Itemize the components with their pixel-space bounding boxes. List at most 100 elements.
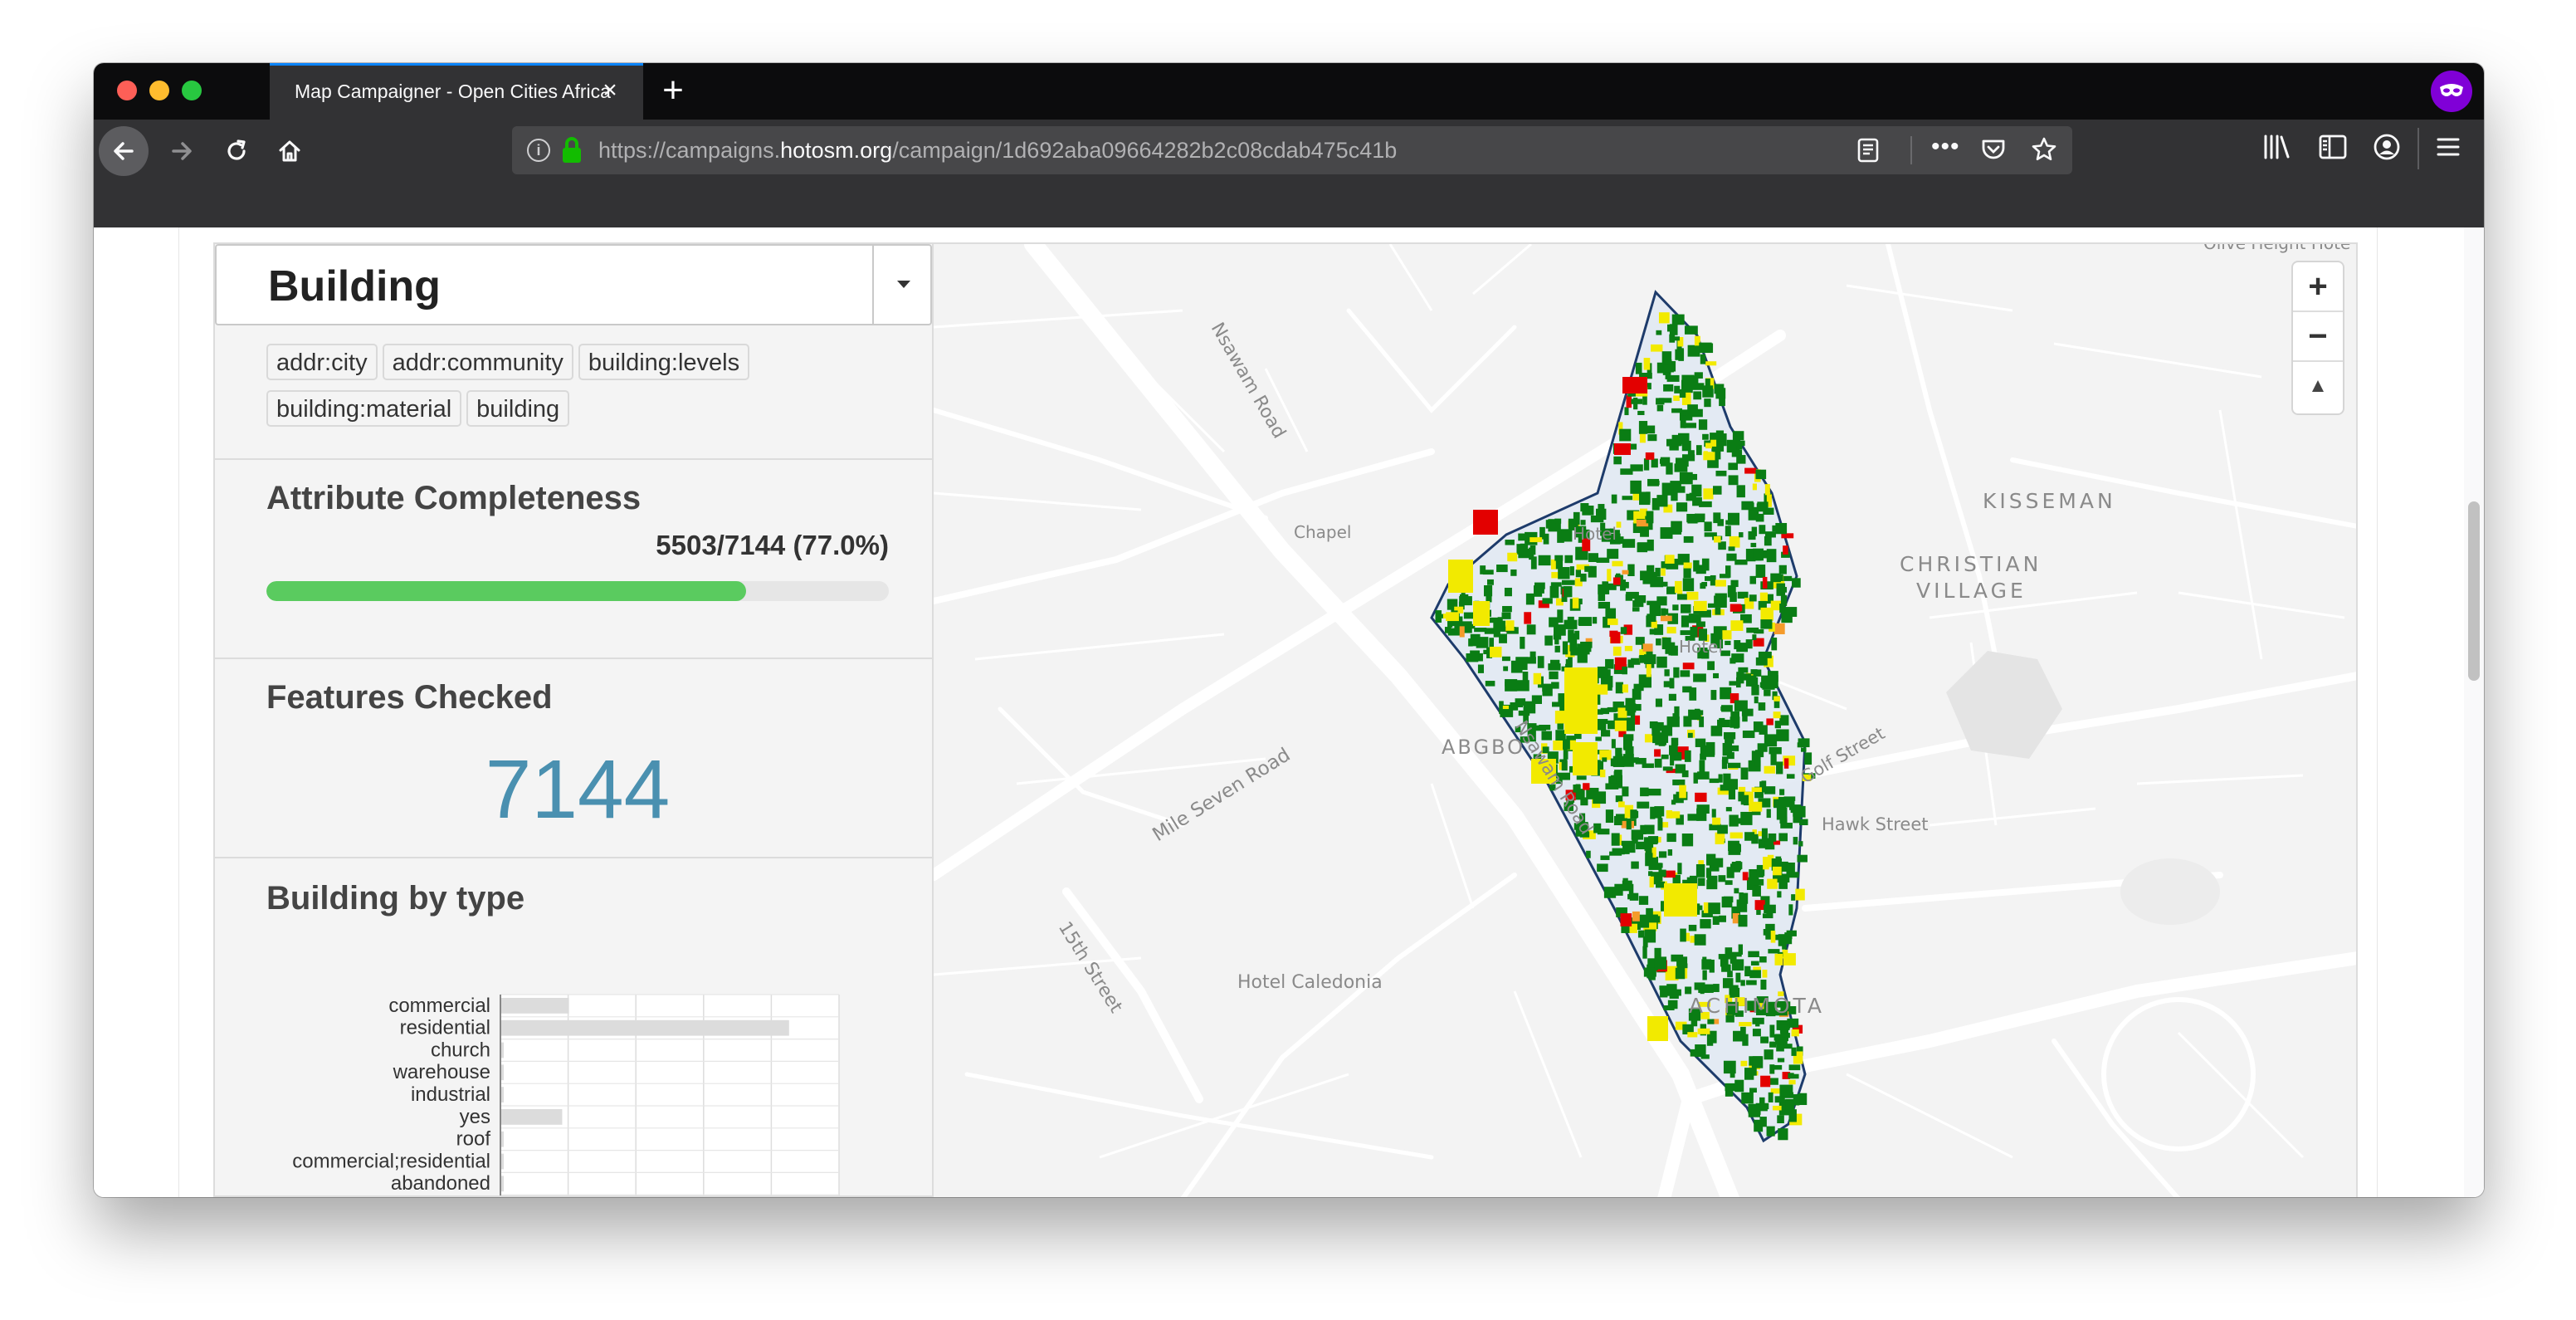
- private-browsing-icon[interactable]: [2431, 71, 2472, 112]
- building-footprint: [1753, 548, 1764, 561]
- building-footprint: [1749, 801, 1763, 812]
- building-footprint: [1797, 742, 1802, 748]
- tab-close-icon[interactable]: ×: [597, 78, 623, 105]
- building-footprint: [1696, 804, 1710, 814]
- site-info-icon[interactable]: i: [527, 139, 550, 162]
- tag-item: building: [466, 390, 570, 427]
- building-footprint: [1797, 854, 1808, 863]
- home-button[interactable]: [265, 126, 315, 176]
- map-view[interactable]: KISSEMAN CHRISTIAN VILLAGE Nsawam Road N…: [934, 242, 2358, 1197]
- building-footprint: [1645, 853, 1653, 867]
- building-footprint: [1648, 972, 1656, 980]
- building-footprint: [1711, 809, 1716, 818]
- building-footprint: [1681, 604, 1691, 614]
- building-footprint: [1680, 928, 1686, 942]
- building-footprint: [1727, 585, 1736, 598]
- building-footprint: [1504, 587, 1512, 597]
- building-footprint: [1740, 767, 1749, 780]
- compass-icon[interactable]: ▲: [2293, 362, 2343, 412]
- building-footprint: [1726, 867, 1734, 878]
- reload-button[interactable]: [212, 126, 261, 176]
- building-footprint: [1793, 837, 1798, 845]
- building-footprint: [1615, 682, 1623, 694]
- building-footprint: [1656, 404, 1664, 412]
- minimize-window-button[interactable]: [149, 81, 169, 100]
- building-footprint: [1759, 592, 1769, 602]
- building-footprint: [1779, 816, 1788, 824]
- zoom-out-button[interactable]: −: [2293, 312, 2343, 362]
- hamburger-menu-icon[interactable]: [2434, 134, 2462, 159]
- page-actions-icon[interactable]: •••: [1931, 134, 1960, 159]
- building-footprint: [1607, 618, 1618, 625]
- building-footprint: [1569, 566, 1574, 576]
- url-path: /campaign/1d692aba09664282b2c08cdab475c4…: [892, 138, 1398, 163]
- building-footprint: [1533, 672, 1542, 685]
- account-icon[interactable]: [2372, 133, 2402, 161]
- forward-button[interactable]: [157, 126, 207, 176]
- building-footprint: [1722, 630, 1732, 640]
- building-footprint: [1786, 930, 1797, 936]
- building-footprint: [1661, 822, 1669, 828]
- map-canvas[interactable]: KISSEMAN CHRISTIAN VILLAGE Nsawam Road N…: [934, 244, 2358, 1197]
- building-footprint: [1557, 530, 1564, 543]
- building-footprint: [1578, 645, 1592, 653]
- building-footprint: [1667, 1000, 1678, 1010]
- section-divider: [215, 658, 932, 659]
- building-footprint: [1614, 720, 1627, 731]
- back-button[interactable]: [99, 126, 149, 176]
- url-text[interactable]: https://campaigns.hotosm.org/campaign/1d…: [598, 126, 1397, 174]
- building-footprint: [1779, 789, 1785, 795]
- building-footprint: [1675, 967, 1686, 980]
- building-footprint: [1508, 553, 1518, 562]
- building-footprint: [1721, 705, 1733, 712]
- url-bar[interactable]: i https://campaigns.hotosm.org/campaign/…: [512, 126, 2072, 174]
- new-tab-button[interactable]: +: [656, 72, 690, 109]
- building-footprint: [1672, 604, 1679, 611]
- building-footprint: [1776, 761, 1783, 775]
- building-footprint: [1630, 480, 1642, 494]
- tab-map-campaigner[interactable]: Map Campaigner - Open Cities Africa: [270, 63, 643, 120]
- building-footprint: [1543, 533, 1549, 545]
- building-footprint: [1549, 617, 1559, 628]
- reader-view-icon[interactable]: [1856, 138, 1880, 163]
- pocket-icon[interactable]: [1981, 137, 2006, 162]
- building-footprint: [1760, 1036, 1769, 1044]
- building-footprint: [1762, 970, 1768, 978]
- bookmark-star-icon[interactable]: [2031, 136, 2057, 163]
- building-footprint: [1700, 984, 1714, 993]
- building-footprint: [1798, 1093, 1808, 1106]
- layer-select[interactable]: Building: [215, 244, 932, 325]
- building-footprint: [1668, 745, 1678, 755]
- scrollbar-track[interactable]: [2464, 227, 2484, 1197]
- sidebar-icon[interactable]: [2318, 133, 2348, 161]
- maximize-window-button[interactable]: [182, 81, 202, 100]
- scrollbar-thumb[interactable]: [2468, 501, 2480, 681]
- building-footprint: [1730, 658, 1736, 664]
- zoom-in-button[interactable]: +: [2293, 262, 2343, 312]
- building-footprint: [1769, 1041, 1777, 1048]
- building-footprint: [1459, 626, 1465, 638]
- map-label-hawk-street: Hawk Street: [1822, 814, 1928, 834]
- building-footprint: [1676, 594, 1687, 600]
- map-label-nsawam-road-north: Nsawam Road: [1207, 320, 1290, 442]
- building-footprint: [1764, 531, 1776, 538]
- building-footprint: [1728, 762, 1741, 769]
- building-footprint: [1671, 336, 1680, 341]
- building-footprint: [1549, 671, 1559, 680]
- building-footprint: [1605, 783, 1619, 790]
- building-footprint: [1518, 533, 1526, 541]
- building-footprint: [1682, 578, 1695, 592]
- building-footprint: [1614, 883, 1623, 896]
- building-footprint: [1758, 651, 1772, 658]
- building-footprint: [1607, 549, 1619, 560]
- dropdown-toggle[interactable]: [872, 246, 932, 324]
- lock-icon[interactable]: [560, 136, 583, 164]
- close-window-button[interactable]: [117, 81, 137, 100]
- building-footprint: [1542, 598, 1553, 604]
- building-footprint: [1684, 750, 1691, 762]
- building-footprint: [1761, 828, 1768, 842]
- building-footprint: [1753, 721, 1764, 732]
- library-icon[interactable]: [2261, 133, 2291, 161]
- building-footprint: [1726, 553, 1737, 561]
- tag-item: addr:city: [266, 344, 378, 380]
